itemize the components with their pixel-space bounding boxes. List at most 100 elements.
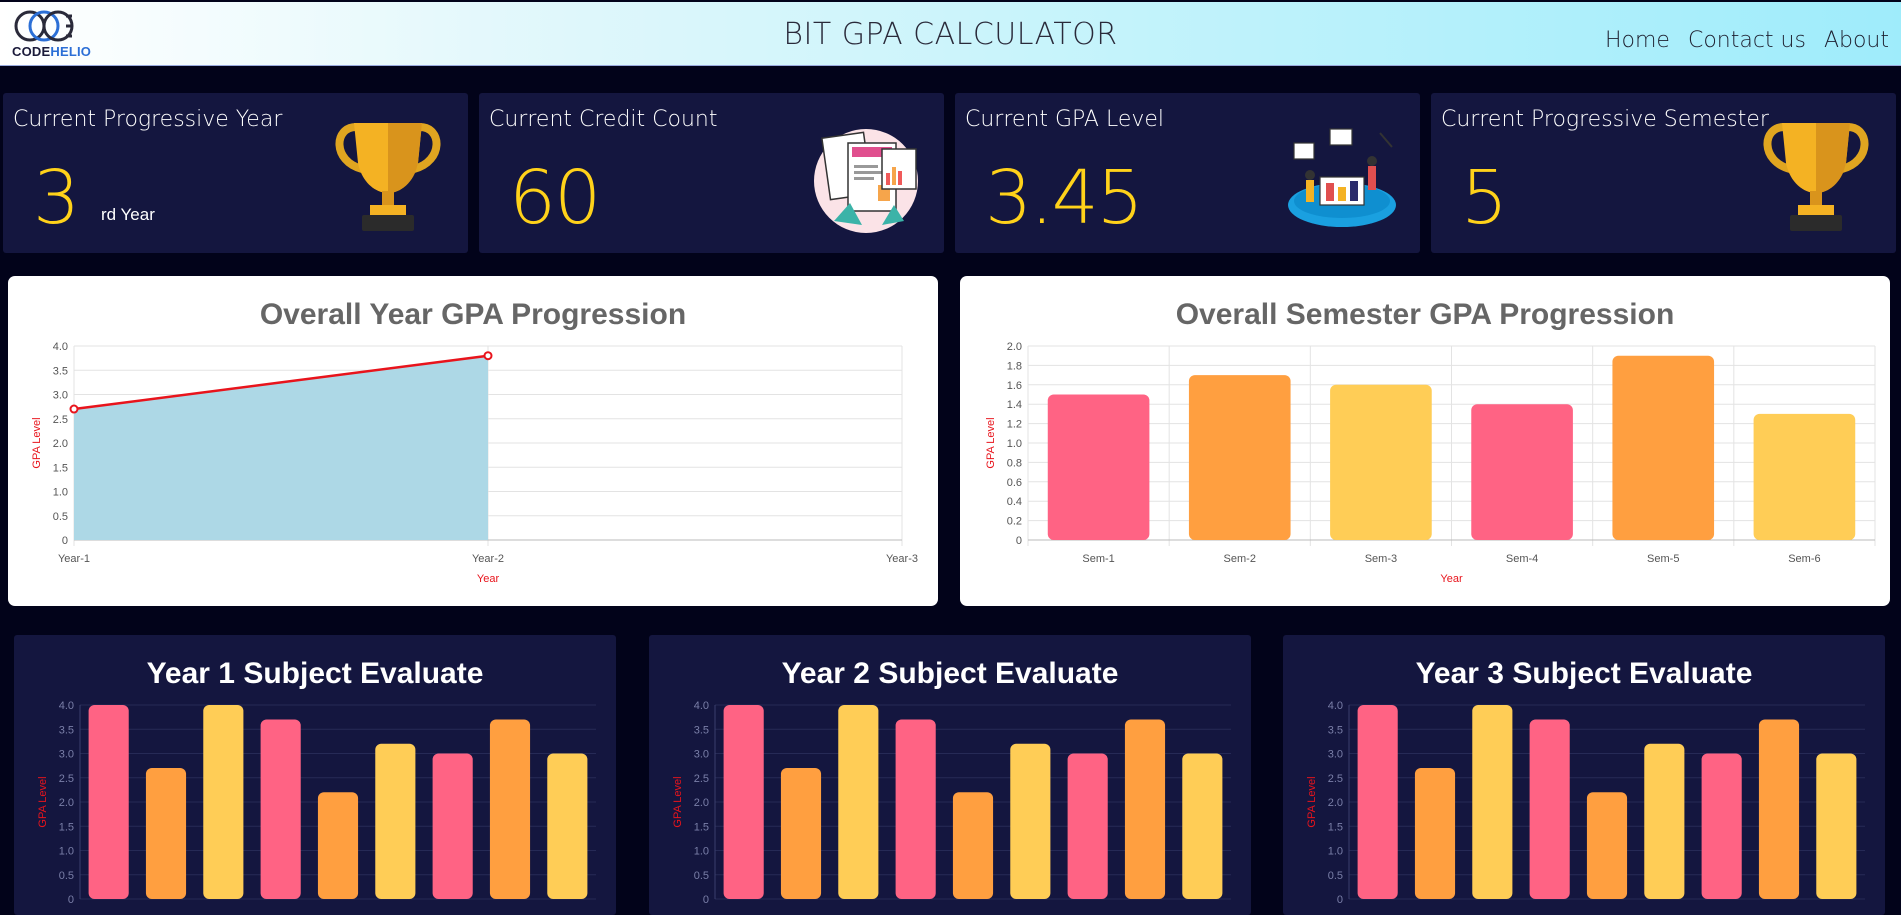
y-tick-label: 3.0 [53,390,68,402]
y-tick-label: 1.0 [53,487,68,499]
y-tick-label: 3.0 [1328,749,1343,761]
y-axis-label: GPA Level [672,776,684,827]
bar [432,753,473,899]
y-tick-label: 0.8 [1007,457,1022,469]
card-value: 3 [33,155,80,241]
progressive-semester-card: Current Progressive Semester 5 [1431,93,1896,253]
bar [838,705,879,899]
y-tick-label: 2.0 [1007,341,1022,353]
bar [1586,792,1628,899]
year3-subject-chart-panel: Year 3 Subject Evaluate 0 0.5 1.0 1.5 2.0 2.5… [1283,635,1885,915]
y-tick-label: 1.0 [694,846,709,858]
x-tick-label: Year-1 [58,553,90,565]
y-tick-label: 1.5 [694,821,709,833]
bar [1067,753,1108,899]
bar [1414,768,1456,899]
bar [895,719,936,899]
y-tick-label: 0 [703,894,709,906]
bar [1182,753,1223,899]
y-axis-label: GPA Level [985,417,997,468]
y-tick-label: 3.5 [59,724,74,736]
top-navbar: CODEHELIO BIT GPA CALCULATOR Home Contac… [0,2,1901,66]
y-tick-label: 1.0 [1328,846,1343,858]
y-tick-label: 1.5 [53,462,68,474]
credit-illustration-icon [814,129,918,233]
y-tick-label: 4.0 [694,700,709,712]
bar [88,705,129,899]
year1-subject-bar-chart: 0 0.5 1.0 1.5 2.0 2.5 3.0 3.5 4.0 GPA Level [37,700,596,906]
year3-subject-bar-chart: 0 0.5 1.0 1.5 2.0 2.5 3.0 3.5 4.0 GPA Level [1306,700,1865,906]
y-tick-label: 1.0 [59,846,74,858]
y-tick-label: 1.6 [1007,380,1022,392]
nav-links: Home Contact us About [1605,28,1889,53]
x-tick-label: Sem-6 [1788,553,1820,565]
nav-contact-link[interactable]: Contact us [1688,28,1806,53]
bar [952,792,994,899]
card-value: 60 [509,155,601,241]
bar [317,792,359,899]
year-gpa-area-chart: 0 0.5 1.0 1.5 2.0 2.5 3.0 3.5 4.0 GPA Level Year-1… [31,341,918,585]
bar [1701,753,1742,899]
y-tick-label: 2.0 [59,797,74,809]
y-tick-label: 0.5 [694,870,709,882]
bar [1644,743,1685,899]
data-point [483,351,493,361]
y-tick-label: 4.0 [1328,700,1343,712]
bar [1612,355,1715,540]
y-tick-label: 0.6 [1007,477,1022,489]
y-tick-label: 3.5 [53,365,68,377]
bar [1753,413,1856,540]
y-tick-label: 1.8 [1007,360,1022,372]
nav-about-link[interactable]: About [1824,28,1889,53]
card-suffix: rd Year [101,205,155,224]
y-tick-label: 2.5 [1328,773,1343,785]
x-axis-label: Year [477,573,500,585]
y-tick-label: 1.0 [1007,438,1022,450]
y-tick-label: 0.5 [59,870,74,882]
trophy-icon [1763,123,1869,231]
bar [547,753,588,899]
team-illustration-icon [1288,128,1396,227]
bar [1471,404,1573,540]
bar [375,743,416,899]
bar [489,719,531,899]
bar [780,768,822,899]
card-title: Current Progressive Year [13,107,283,132]
nav-home-link[interactable]: Home [1605,28,1670,53]
x-tick-label: Year-3 [886,553,918,565]
bar [260,719,301,899]
year1-subject-chart-panel: Year 1 Subject Evaluate 0 0.5 1.0 1.5 2.0 2.5… [14,635,616,915]
progressive-year-card: Current Progressive Year 3 rd Year [3,93,468,253]
y-tick-label: 1.5 [59,821,74,833]
y-tick-label: 2.0 [1328,797,1343,809]
card-title: Current Progressive Semester [1441,107,1769,132]
x-tick-label: Sem-4 [1506,553,1538,565]
card-title: Current Credit Count [489,107,718,132]
semester-gpa-chart-panel: Overall Semester GPA Progression 0 0.2 0.4… [960,276,1890,606]
y-tick-label: 0.5 [1328,870,1343,882]
x-axis-label: Year [1440,573,1463,585]
y-tick-label: 0 [1337,894,1343,906]
y-axis-label: GPA Level [1306,776,1318,827]
gpa-level-card: Current GPA Level 3.45 [955,93,1420,253]
trophy-icon [335,123,441,231]
y-axis-label: GPA Level [31,417,43,468]
y-tick-label: 2.5 [59,773,74,785]
data-point [69,404,79,414]
bar [1816,753,1857,899]
bar [1529,719,1570,899]
bar [1472,705,1513,899]
y-tick-label: 2.0 [694,797,709,809]
y-tick-label: 1.2 [1007,419,1022,431]
bar [723,705,764,899]
semester-gpa-bar-chart: 0 0.2 0.4 0.6 0.8 1.0 1.2 1.4 1.6 1.8 2.0 GPA Level… [985,341,1876,585]
bar [1010,743,1051,899]
bar [1188,375,1291,540]
y-tick-label: 1.4 [1007,399,1022,411]
x-tick-label: Sem-3 [1365,553,1397,565]
y-tick-label: 3.5 [694,724,709,736]
y-tick-label: 0.4 [1007,496,1022,508]
bar [203,705,244,899]
y-tick-label: 2.5 [694,773,709,785]
y-axis-label: GPA Level [37,776,49,827]
